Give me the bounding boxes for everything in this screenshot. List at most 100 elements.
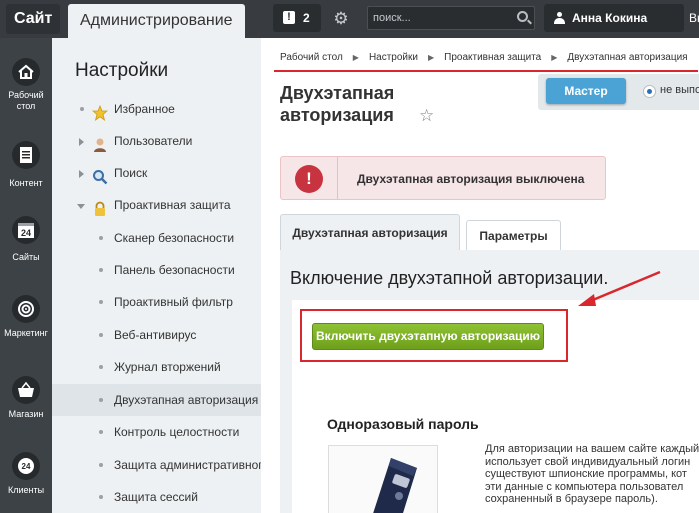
nav-clients[interactable]: 24 Клиенты <box>0 452 52 513</box>
alert-text: Двухэтапная авторизация выключена <box>357 172 585 186</box>
status-alert: ! Двухэтапная авторизация выключена <box>280 156 606 200</box>
bullet-icon <box>99 300 103 304</box>
menu-item-label: Сканер безопасности <box>114 231 235 245</box>
target-icon <box>12 295 40 323</box>
otp-description-line: существуют шпионские программы, кот <box>485 468 687 480</box>
settings-panel: Настройки Избранное Пользователи Поиск П… <box>52 38 261 513</box>
bullet-icon <box>99 495 103 499</box>
menu-item-label: Поиск <box>114 166 148 180</box>
menu-item-label: Проактивная защита <box>114 198 231 212</box>
menu-item-label: Защита сессий <box>114 490 198 504</box>
chevron-right-icon: ▶ <box>427 53 435 62</box>
search-box <box>367 6 535 30</box>
menu-item-label: Защита административного <box>114 458 261 472</box>
menu-item-web-antivirus[interactable]: Веб-антивирус <box>52 319 261 351</box>
menu-item-security-panel[interactable]: Панель безопасности <box>52 254 261 286</box>
search-icon <box>92 165 108 185</box>
menu-item-intrusion-log[interactable]: Журнал вторжений <box>52 351 261 383</box>
menu-item-label: Двухэтапная авторизация <box>114 393 259 407</box>
menu-item-admin-protection[interactable]: Защита административного <box>52 449 261 481</box>
nav-label: Клиенты <box>7 485 45 495</box>
menu-item-label: Веб-антивирус <box>114 328 197 342</box>
nav-marketing[interactable]: Маркетинг <box>0 295 52 363</box>
expand-arrow-icon[interactable] <box>79 138 84 146</box>
status-radio[interactable] <box>643 85 656 98</box>
highlight-box <box>300 309 568 362</box>
collapse-arrow-icon[interactable] <box>77 204 85 209</box>
nav-label: Сайты <box>12 252 40 262</box>
notifications-button[interactable]: 2 <box>273 3 321 32</box>
menu-item-two-factor-auth[interactable]: Двухэтапная авторизация <box>52 384 261 416</box>
left-nav: Рабочий стол Контент 24 Сайты Маркетинг … <box>0 38 52 513</box>
user-menu[interactable]: Анна Кокина <box>544 4 684 32</box>
menu-item-label: Избранное <box>114 102 175 116</box>
menu-item-label: Контроль целостности <box>114 425 240 439</box>
breadcrumb-item[interactable]: Двухэтапная авторизация <box>567 52 687 63</box>
home-icon <box>12 58 40 86</box>
logout-link[interactable]: Выйти <box>689 4 699 32</box>
nav-label: Магазин <box>8 409 44 419</box>
annotation-arrow-icon <box>578 270 661 306</box>
breadcrumb-item[interactable]: Проактивная защита <box>444 52 541 63</box>
site-link[interactable]: Сайт <box>6 4 61 34</box>
gear-icon[interactable]: ⚙ <box>330 8 352 30</box>
bullet-icon <box>99 398 103 402</box>
menu-item-users[interactable]: Пользователи <box>52 125 261 157</box>
otp-description-line: сохраненный в браузере пароль). <box>485 493 658 505</box>
menu-item-label: Панель безопасности <box>114 263 235 277</box>
menu-item-label: Проактивный фильтр <box>114 295 233 309</box>
notification-icon <box>283 3 295 31</box>
nav-label: Рабочий стол <box>8 90 44 111</box>
otp-description: Для авторизации на вашем сайте каждый ис… <box>485 443 699 506</box>
bullet-icon <box>99 268 103 272</box>
favorite-star-icon[interactable]: ☆ <box>419 106 434 126</box>
nav-content[interactable]: Контент <box>0 141 52 209</box>
menu-item-label: Пользователи <box>114 134 193 148</box>
breadcrumb-item[interactable]: Рабочий стол <box>280 52 343 63</box>
otp-description-line: Для авторизации на вашем сайте каждый <box>485 443 699 455</box>
menu-item-favorites[interactable]: Избранное <box>52 93 261 125</box>
bullet-icon <box>80 107 84 111</box>
breadcrumb-item[interactable]: Настройки <box>369 52 418 63</box>
master-button[interactable]: Мастер <box>546 78 626 104</box>
tab-parameters[interactable]: Параметры <box>466 220 561 250</box>
search-icon[interactable] <box>517 11 528 22</box>
user-icon <box>554 12 565 24</box>
nav-desktop[interactable]: Рабочий стол <box>0 58 52 126</box>
alert-icon: ! <box>295 165 323 193</box>
clients-icon: 24 <box>12 452 40 480</box>
chevron-right-icon: ▶ <box>352 53 359 62</box>
settings-title: Настройки <box>75 60 169 81</box>
chevron-right-icon: ▶ <box>551 53 558 62</box>
calendar-day: 24 <box>21 228 31 238</box>
top-bar: Сайт Администрирование 2 ⚙ Анна Кокина В… <box>0 0 699 38</box>
nav-label: Маркетинг <box>4 328 48 338</box>
expand-arrow-icon[interactable] <box>79 170 84 178</box>
nav-shop[interactable]: Магазин <box>0 376 52 444</box>
calendar-icon: 24 <box>12 216 40 244</box>
tab-administration[interactable]: Администрирование <box>68 4 245 38</box>
page-title: Двухэтапная авторизация <box>280 82 430 126</box>
user-name: Анна Кокина <box>572 11 648 25</box>
lock-icon <box>92 197 108 216</box>
menu-item-security-scanner[interactable]: Сканер безопасности <box>52 222 261 254</box>
tab-two-factor-auth[interactable]: Двухэтапная авторизация <box>280 214 460 250</box>
clients-badge: 24 <box>22 462 31 471</box>
otp-description-line: использует свой индивидуальный логин <box>485 455 691 468</box>
search-input[interactable] <box>373 10 508 26</box>
nav-sites[interactable]: 24 Сайты <box>0 216 52 284</box>
bullet-icon <box>99 365 103 369</box>
notifications-count: 2 <box>303 11 310 25</box>
page-title-line: Двухэтапная <box>280 83 395 103</box>
panel-title: Включение двухэтапной авторизации. <box>290 268 609 288</box>
menu-item-integrity-control[interactable]: Контроль целостности <box>52 416 261 448</box>
menu-item-proactive-protection[interactable]: Проактивная защита <box>52 189 261 221</box>
menu-item-session-protection[interactable]: Защита сессий <box>52 481 261 513</box>
menu-item-label: Журнал вторжений <box>114 360 221 374</box>
bullet-icon <box>99 463 103 467</box>
document-icon <box>12 141 40 169</box>
otp-token-image <box>328 445 438 513</box>
divider <box>337 157 338 199</box>
menu-item-search[interactable]: Поиск <box>52 157 261 189</box>
menu-item-proactive-filter[interactable]: Проактивный фильтр <box>52 286 261 318</box>
